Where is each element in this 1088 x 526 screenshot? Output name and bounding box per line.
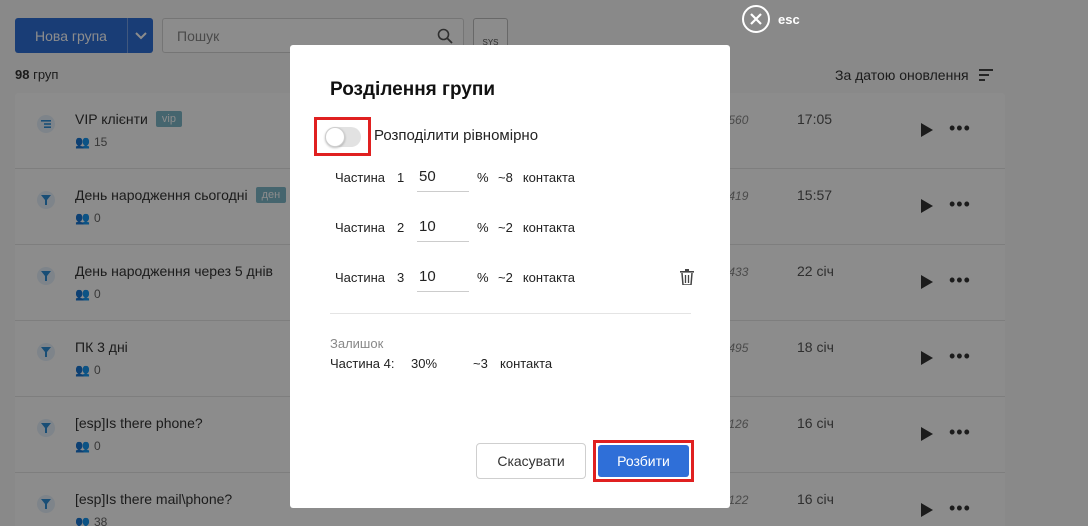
part-approx: ~2: [498, 269, 513, 285]
part-label: Частина: [335, 169, 386, 185]
part-contacts-label: контакта: [522, 169, 575, 185]
modal-title: Розділення групи: [330, 79, 496, 100]
part-label: Частина: [335, 269, 386, 285]
close-icon[interactable]: [742, 5, 770, 33]
toggle-knob: [324, 126, 345, 147]
part-contacts-label: контакта: [522, 219, 575, 235]
part-row: Частина 1 % ~8 контакта: [335, 162, 575, 192]
split-group-modal: Розділення групи Розподілити рівномірно …: [290, 45, 730, 508]
remainder-contacts-label: контакта: [500, 356, 553, 371]
part-row: Частина 3 % ~2 контакта: [335, 262, 575, 292]
distribute-evenly-label: Розподілити рівномірно: [374, 127, 539, 144]
part-approx: ~2: [498, 219, 513, 235]
part-number: 3: [397, 269, 405, 285]
part-row: Частина 2 % ~2 контакта: [335, 212, 575, 242]
cancel-button[interactable]: Скасувати: [476, 443, 586, 479]
remainder-percent: 30%: [411, 356, 438, 371]
percent-sign: %: [477, 169, 489, 185]
percent-sign: %: [477, 219, 489, 235]
remainder-line: Частина 4: 30% ~3 контакта: [330, 356, 552, 371]
esc-label: esc: [778, 11, 800, 27]
trash-icon[interactable]: [680, 269, 694, 285]
percent-sign: %: [477, 269, 489, 285]
part-number: 2: [397, 219, 405, 235]
remainder-part: Частина 4:: [330, 356, 395, 371]
remainder-approx: ~3: [473, 356, 488, 371]
part-percent-input[interactable]: [417, 212, 469, 242]
part-percent-input[interactable]: [417, 162, 469, 192]
part-label: Частина: [335, 219, 386, 235]
part-number: 1: [397, 169, 405, 185]
toggle-highlight: [314, 117, 371, 156]
part-contacts-label: контакта: [522, 269, 575, 285]
remainder-label: Залишок: [330, 336, 384, 351]
distribute-evenly-toggle[interactable]: [324, 126, 361, 147]
divider: [330, 313, 691, 314]
part-approx: ~8: [498, 169, 513, 185]
part-percent-input[interactable]: [417, 262, 469, 292]
esc-close-button[interactable]: esc: [742, 5, 800, 33]
split-button-highlight: Розбити: [593, 440, 694, 482]
split-button[interactable]: Розбити: [598, 445, 689, 477]
